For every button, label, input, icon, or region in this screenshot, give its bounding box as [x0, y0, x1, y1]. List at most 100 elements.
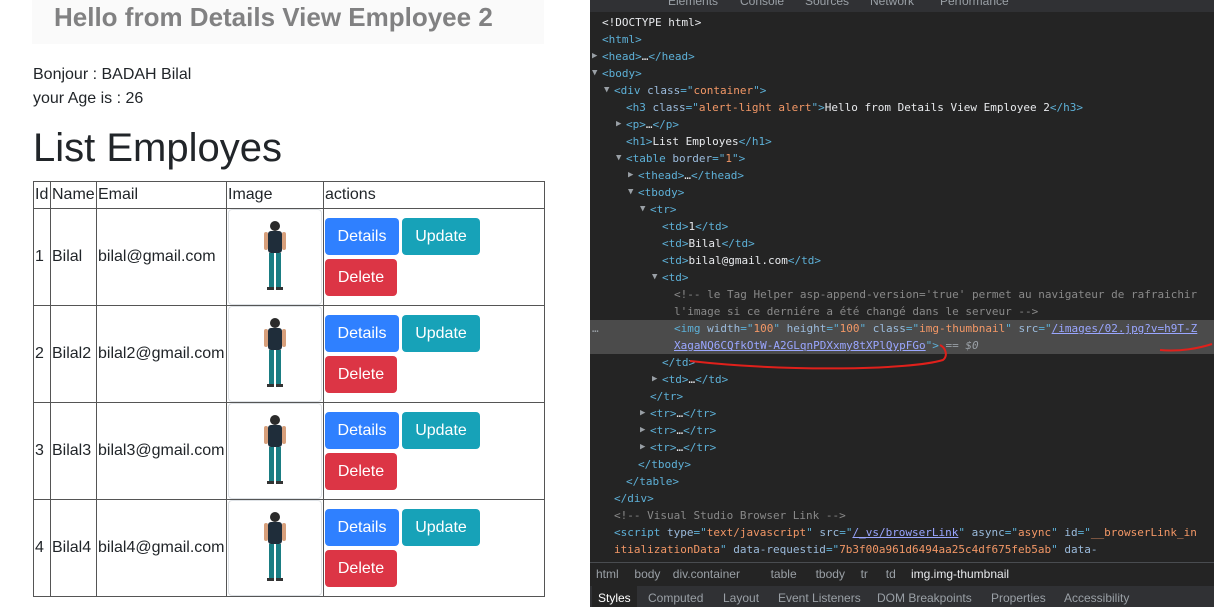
- employee-image-cell: [226, 499, 324, 597]
- dom-node-line[interactable]: </td>: [590, 354, 1214, 371]
- expand-toggle-icon[interactable]: ▼: [592, 65, 597, 82]
- dom-node-line[interactable]: ▼ <table border="1">: [590, 150, 1214, 167]
- devtools-bottom-tabs: Styles Computed Layout Event Listeners DOM B…: [590, 586, 1214, 607]
- expand-toggle-icon[interactable]: ▼: [604, 82, 609, 99]
- details-button[interactable]: Details: [325, 218, 399, 255]
- expand-toggle-icon[interactable]: ▶: [616, 116, 621, 133]
- employees-table-body: 1 Bilal bilal@gmail.com Details Update Delete…: [33, 208, 545, 597]
- delete-button[interactable]: Delete: [325, 550, 397, 587]
- breadcrumb-item[interactable]: tr: [861, 567, 868, 581]
- dom-node-line[interactable]: ▼ <tr>: [590, 201, 1214, 218]
- tab-network[interactable]: Network: [870, 0, 914, 8]
- alert-box: Hello from Details View Employee 2: [32, 0, 544, 44]
- tab-properties[interactable]: Properties: [991, 591, 1046, 605]
- update-button[interactable]: Update: [402, 412, 480, 449]
- employee-email: bilal2@gmail.com: [96, 305, 227, 403]
- details-button[interactable]: Details: [325, 509, 399, 546]
- delete-button[interactable]: Delete: [325, 356, 397, 393]
- employee-image-cell: [226, 305, 324, 403]
- breadcrumb: html body div.container table tbody tr td img.i…: [590, 562, 1214, 585]
- dom-node-line[interactable]: <td>1</td>: [590, 218, 1214, 235]
- breadcrumb-item[interactable]: img.img-thumbnail: [911, 567, 1009, 581]
- tab-performance[interactable]: Performance: [940, 0, 1009, 8]
- dom-node-line[interactable]: l'image si ce derniére a été changé dans…: [590, 303, 1214, 320]
- tab-sources[interactable]: Sources: [805, 0, 849, 8]
- details-button[interactable]: Details: [325, 315, 399, 352]
- employee-id: 1: [33, 208, 51, 306]
- dom-node-line[interactable]: <h3 class="alert-light alert">Hello from…: [590, 99, 1214, 116]
- devtools-panel: Elements Console Sources Network Perform…: [590, 0, 1214, 607]
- details-button[interactable]: Details: [325, 412, 399, 449]
- alert-heading: Hello from Details View Employee 2: [54, 2, 493, 32]
- dom-node-line[interactable]: ▶ <p>…</p>: [590, 116, 1214, 133]
- dom-node-line[interactable]: ▶ <tr>…</tr>: [590, 405, 1214, 422]
- tab-event-listeners[interactable]: Event Listeners: [778, 591, 861, 605]
- person-icon: [264, 318, 286, 387]
- breadcrumb-item[interactable]: div.container: [673, 567, 740, 581]
- tab-computed[interactable]: Computed: [648, 591, 703, 605]
- expand-toggle-icon[interactable]: ▶: [592, 48, 597, 65]
- tab-dom-breakpoints[interactable]: DOM Breakpoints: [877, 591, 972, 605]
- dom-node-line[interactable]: ▼ <tbody>: [590, 184, 1214, 201]
- dom-node-selected[interactable]: … <img width="100" height="100" class="im…: [590, 320, 1214, 337]
- dom-node-line[interactable]: ▶ <tr>…</tr>: [590, 439, 1214, 456]
- employee-email: bilal3@gmail.com: [96, 402, 227, 500]
- expand-toggle-icon[interactable]: ▶: [640, 422, 645, 439]
- dom-node-line[interactable]: <td>Bilal</td>: [590, 235, 1214, 252]
- dom-tree[interactable]: <!DOCTYPE html> <html> ▶ <head>…</head> ▼ <bo…: [590, 14, 1214, 558]
- dom-node-line[interactable]: <h1>List Employes</h1>: [590, 133, 1214, 150]
- person-icon: [264, 415, 286, 484]
- dom-node-line[interactable]: <!DOCTYPE html>: [590, 14, 1214, 31]
- dom-node-line[interactable]: <script type="text/javascript" src="/_vs…: [590, 524, 1214, 541]
- dom-node-line[interactable]: ▼ <body>: [590, 65, 1214, 82]
- dom-node-line[interactable]: <td>bilal@gmail.com</td>: [590, 252, 1214, 269]
- employee-id: 2: [33, 305, 51, 403]
- dom-node-line[interactable]: ▼ <td>: [590, 269, 1214, 286]
- tab-layout[interactable]: Layout: [723, 591, 759, 605]
- table-row: 2 Bilal2 bilal2@gmail.com Details Update Dele…: [33, 305, 545, 403]
- update-button[interactable]: Update: [402, 509, 480, 546]
- employee-image-cell: [226, 208, 324, 306]
- breadcrumb-item[interactable]: body: [634, 567, 660, 581]
- dom-node-line[interactable]: ▶ <td>…</td>: [590, 371, 1214, 388]
- header-image: Image: [226, 181, 324, 209]
- expand-toggle-icon[interactable]: ▶: [640, 439, 645, 456]
- delete-button[interactable]: Delete: [325, 259, 397, 296]
- employee-id: 4: [33, 499, 51, 597]
- tab-console[interactable]: Console: [740, 0, 784, 8]
- expand-toggle-icon[interactable]: ▼: [616, 150, 621, 167]
- dom-node-line[interactable]: ▶ <thead>…</thead>: [590, 167, 1214, 184]
- dom-node-line[interactable]: <html>: [590, 31, 1214, 48]
- update-button[interactable]: Update: [402, 218, 480, 255]
- breadcrumb-item[interactable]: td: [886, 567, 896, 581]
- dom-node-line[interactable]: ▶ <tr>…</tr>: [590, 422, 1214, 439]
- update-button[interactable]: Update: [402, 315, 480, 352]
- expand-toggle-icon[interactable]: ▶: [628, 167, 633, 184]
- age-text: your Age is : 26: [33, 90, 144, 107]
- expand-toggle-icon[interactable]: ▼: [652, 269, 657, 286]
- employee-name: Bilal2: [50, 305, 97, 403]
- breadcrumb-item[interactable]: html: [596, 567, 619, 581]
- dom-node-line[interactable]: </tr>: [590, 388, 1214, 405]
- dom-node-line[interactable]: </table>: [590, 473, 1214, 490]
- breadcrumb-item[interactable]: tbody: [816, 567, 845, 581]
- table-row: 1 Bilal bilal@gmail.com Details Update Delete: [33, 208, 545, 306]
- more-icon[interactable]: …: [592, 320, 599, 337]
- dom-node-line[interactable]: </div>: [590, 490, 1214, 507]
- dom-node-selected[interactable]: XagaNQ6CQfkOtW-A2GLqnPDXxmy8tXPlQypFGo">…: [590, 337, 1214, 354]
- tab-elements[interactable]: Elements: [668, 0, 718, 8]
- dom-node-line[interactable]: itializationData" data-requestid="7b3f00…: [590, 541, 1214, 558]
- dom-node-line[interactable]: </tbody>: [590, 456, 1214, 473]
- tab-accessibility[interactable]: Accessibility: [1064, 591, 1129, 605]
- dom-node-line[interactable]: ▼ <div class="container">: [590, 82, 1214, 99]
- dom-node-line[interactable]: ▶ <head>…</head>: [590, 48, 1214, 65]
- delete-button[interactable]: Delete: [325, 453, 397, 490]
- dom-node-line[interactable]: <!-- Visual Studio Browser Link -->: [590, 507, 1214, 524]
- expand-toggle-icon[interactable]: ▼: [640, 201, 645, 218]
- expand-toggle-icon[interactable]: ▼: [628, 184, 633, 201]
- dom-node-line[interactable]: <!-- le Tag Helper asp-append-version='t…: [590, 286, 1214, 303]
- expand-toggle-icon[interactable]: ▶: [652, 371, 657, 388]
- breadcrumb-item[interactable]: table: [771, 567, 797, 581]
- tab-styles[interactable]: Styles: [592, 586, 637, 607]
- expand-toggle-icon[interactable]: ▶: [640, 405, 645, 422]
